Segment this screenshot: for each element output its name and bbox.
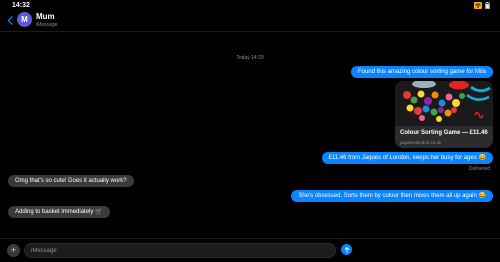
link-preview-domain: jaquesolondon.co.uk — [400, 140, 442, 145]
wifi-icon — [474, 2, 482, 9]
message-input[interactable] — [24, 243, 336, 258]
message-bubble-outgoing[interactable]: She's obsessed. Sorts them by colour the… — [291, 190, 493, 202]
add-attachment-button[interactable]: + — [7, 244, 20, 257]
message-bubble-incoming[interactable]: Omg that's so cute! Does it actually wor… — [8, 175, 134, 187]
product-image — [395, 81, 493, 126]
contact-service-label: iMessage — [36, 22, 58, 28]
conversation-timestamp: Today 14:29 — [236, 55, 264, 61]
link-preview-title: Colour Sorting Game — £11.46 — [400, 130, 488, 136]
contact-name[interactable]: Mum — [36, 12, 55, 21]
delivered-status: Delivered — [468, 166, 490, 172]
compose-bar: + — [0, 238, 500, 262]
message-bubble-outgoing[interactable]: Found this amazing colour sorting game f… — [350, 66, 493, 78]
status-time: 14:32 — [12, 2, 30, 9]
message-bubble-outgoing[interactable]: £11.46 from Jaques of London, keeps her … — [321, 152, 493, 164]
send-arrow-icon — [344, 246, 349, 253]
send-button[interactable] — [341, 244, 352, 255]
plus-icon: + — [10, 245, 17, 255]
back-chevron-icon[interactable] — [7, 16, 13, 25]
status-icons — [474, 2, 490, 9]
link-preview-card[interactable]: Colour Sorting Game — £11.46 jaquesolond… — [395, 81, 493, 148]
conversation-header: M Mum iMessage — [0, 10, 500, 32]
battery-icon — [485, 2, 490, 9]
avatar[interactable]: M — [17, 12, 32, 27]
avatar-initial: M — [21, 15, 28, 24]
message-bubble-incoming[interactable]: Adding to basket immediately 🛒 — [8, 206, 110, 218]
